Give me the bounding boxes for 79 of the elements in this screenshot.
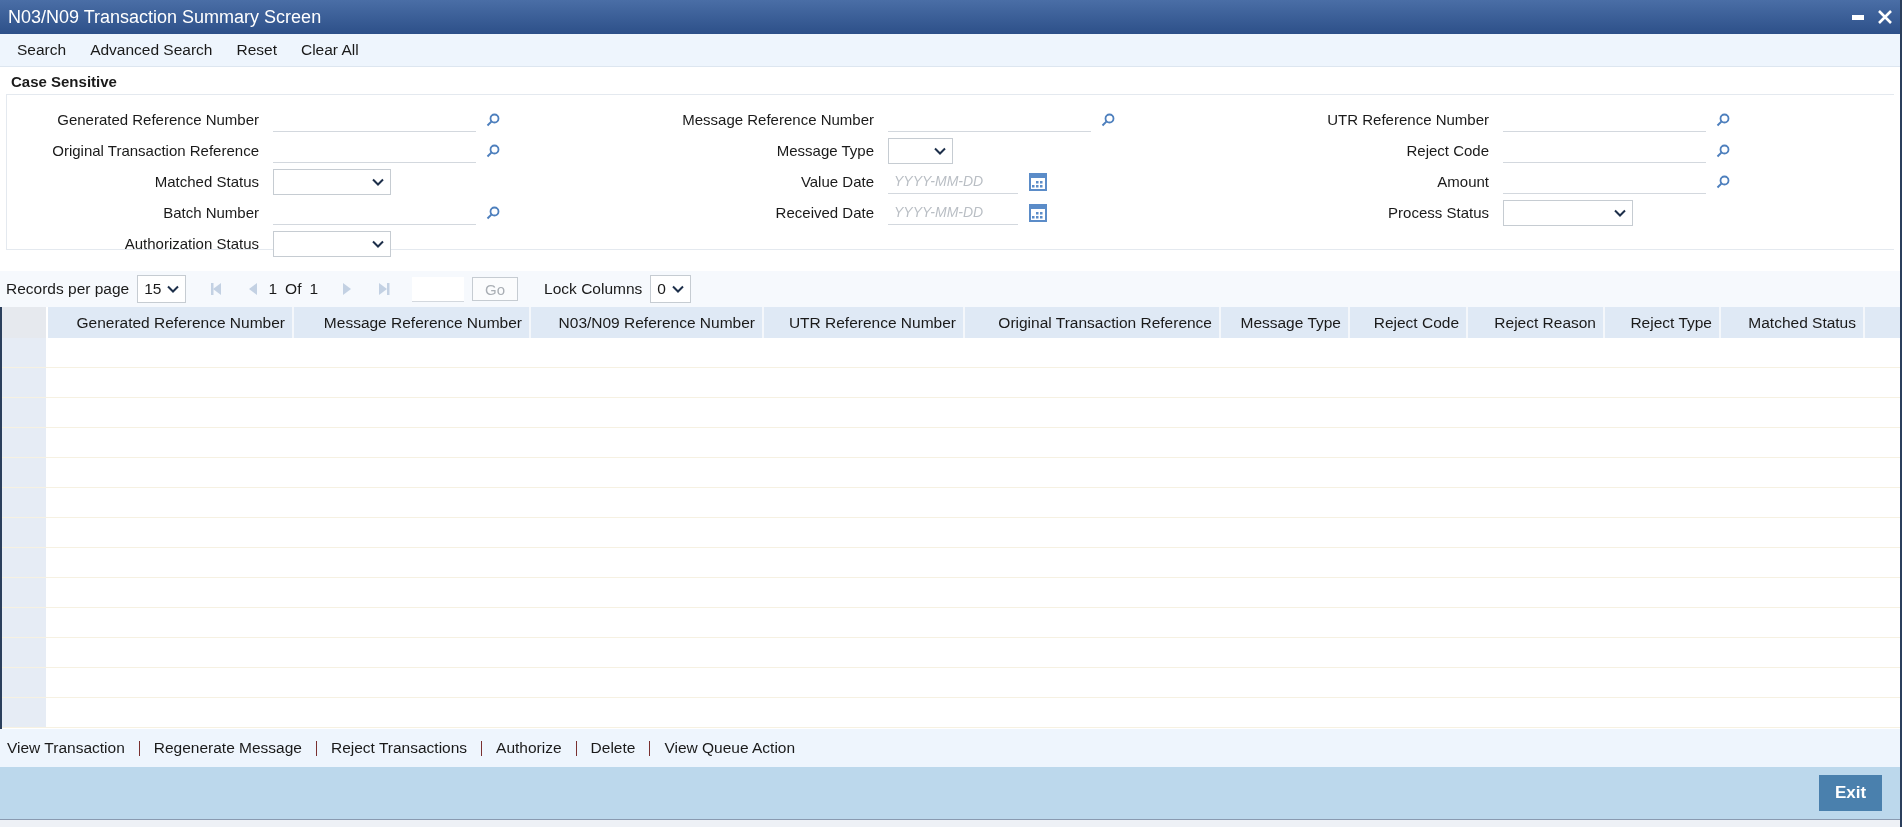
search-icon[interactable] [1716,174,1730,189]
action-link[interactable]: View Transaction [7,739,125,757]
action-link[interactable]: Delete [590,739,636,757]
field-label: Reject Code [1405,141,1489,161]
field-label: Received Date [774,203,874,223]
field-label: Original Transaction Reference [51,141,259,161]
column-header[interactable]: Original Transaction Reference [965,307,1221,338]
column-header[interactable]: Matched Status [1721,307,1865,338]
lock-columns-dropdown[interactable]: 0 [650,275,691,303]
window-title: N03/N09 Transaction Summary Screen [8,6,322,28]
search-icon[interactable] [486,143,500,158]
field-label: Authorization Status [123,234,259,254]
row-header [2,428,48,457]
page-number: 1 [268,280,278,298]
minimize-icon[interactable] [1852,14,1864,20]
column-header[interactable]: Generated Reference Number [48,307,294,338]
row-header [2,398,48,427]
row-header [2,518,48,547]
search-icon[interactable] [486,112,500,127]
of-label: Of [285,280,302,298]
search-icon[interactable] [1101,112,1115,127]
field-label: Batch Number [162,203,259,223]
lock-columns-label: Lock Columns [544,280,643,298]
action-link[interactable]: Reject Transactions [330,739,468,757]
field-label: Message Type [775,141,874,161]
row-header [2,668,48,697]
column-header[interactable]: Reject Reason [1468,307,1605,338]
calendar-icon[interactable] [1028,171,1048,192]
column-header[interactable]: Reject Type [1605,307,1721,338]
chevron-down-icon [372,177,384,186]
column-header[interactable]: N03/N09 Reference Number [531,307,764,338]
row-header [2,368,48,397]
toolbar-link[interactable]: Advanced Search [90,41,213,59]
page-total: 1 [309,280,319,298]
action-link[interactable]: Authorize [496,739,562,757]
field-label: Amount [1436,172,1489,192]
row-header [2,488,48,517]
chevron-down-icon [934,146,946,155]
column-header[interactable]: Message Reference Number [294,307,531,338]
column-header[interactable]: Message Type [1221,307,1350,338]
last-page-icon[interactable] [376,282,391,296]
chevron-down-icon [671,285,684,293]
toolbar-link[interactable]: Search [17,41,67,59]
action-link[interactable]: View Queue Action [664,739,796,757]
row-header [2,608,48,637]
field-label: UTR Reference Number [1326,110,1489,130]
search-icon[interactable] [1716,112,1730,127]
row-header [2,698,48,727]
row-header [2,458,48,487]
dropdown[interactable] [888,137,953,164]
field-label: Process Status [1387,203,1489,223]
exit-button[interactable]: Exit [1819,775,1882,811]
row-header [2,548,48,577]
toolbar-link[interactable]: Reset [236,41,277,59]
column-header[interactable]: UTR Reference Number [764,307,965,338]
search-icon[interactable] [486,205,500,220]
row-header [2,638,48,667]
row-header [2,338,48,367]
column-header[interactable]: Reject Code [1350,307,1468,338]
toolbar-link[interactable]: Clear All [301,41,359,59]
section-legend: Case Sensitive [6,69,1894,94]
records-label: Records per page [6,280,130,298]
field-label: Message Reference Number [681,110,874,130]
row-header [2,578,48,607]
field-label: Matched Status [153,172,259,192]
action-link[interactable]: Regenerate Message [153,739,302,757]
field-label: Value Date [799,172,874,192]
close-icon[interactable] [1878,10,1892,24]
dropdown[interactable] [1503,199,1633,226]
page-size-dropdown[interactable]: 15 [137,275,187,303]
page-field[interactable] [412,276,465,302]
dropdown[interactable] [273,168,391,195]
chevron-down-icon [167,285,180,293]
calendar-icon[interactable] [1028,202,1048,223]
dropdown[interactable] [273,230,391,257]
field-label: Generated Reference Number [56,110,259,130]
search-icon[interactable] [1716,143,1730,158]
chevron-down-icon [372,239,384,248]
chevron-down-icon [1614,208,1626,217]
